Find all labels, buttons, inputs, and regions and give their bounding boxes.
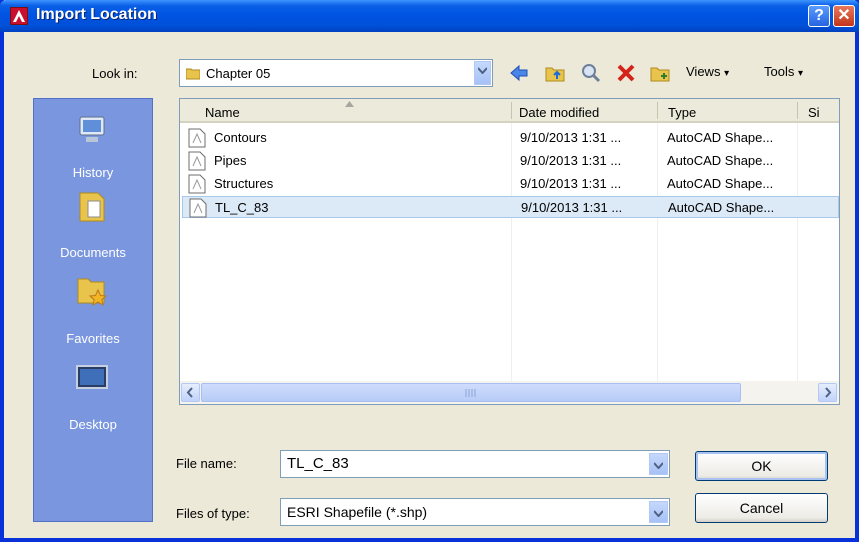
tools-label: Tools: [764, 64, 795, 79]
shapefile-icon: [188, 151, 206, 171]
column-divider[interactable]: [797, 102, 798, 119]
folder-icon: [186, 68, 200, 80]
scroll-left-button[interactable]: [181, 383, 200, 402]
tools-menu[interactable]: Tools ▾: [764, 64, 803, 79]
chevron-right-icon: [825, 387, 832, 398]
title-bar[interactable]: Import Location ? ✕: [0, 0, 859, 32]
chevron-down-icon: [654, 510, 663, 517]
shapefile-icon: [188, 128, 206, 148]
place-label: Favorites: [66, 331, 120, 346]
column-divider[interactable]: [511, 102, 512, 119]
files-of-type-dropdown[interactable]: [649, 500, 668, 524]
look-in-dropdown-button[interactable]: [474, 61, 491, 85]
shapefile-icon: [188, 174, 206, 194]
place-label: History: [72, 165, 114, 180]
help-button[interactable]: ?: [808, 5, 830, 27]
file-name-label: File name:: [176, 456, 237, 471]
column-header-name[interactable]: Name: [180, 99, 511, 123]
file-type: AutoCAD Shape...: [667, 153, 774, 168]
files-of-type-label: Files of type:: [176, 506, 250, 521]
file-row[interactable]: Contours 9/10/2013 1:31 ... AutoCAD Shap…: [184, 127, 839, 149]
chevron-down-icon: [478, 67, 487, 74]
up-folder-icon[interactable]: [544, 62, 566, 84]
documents-icon: [79, 192, 105, 222]
place-documents[interactable]: Documents: [34, 189, 152, 267]
new-folder-icon[interactable]: [649, 62, 671, 84]
file-type: AutoCAD Shape...: [667, 130, 774, 145]
place-label: Documents: [60, 245, 126, 260]
horizontal-scrollbar[interactable]: [180, 381, 839, 404]
file-name: Structures: [214, 176, 274, 191]
file-name: Contours: [214, 130, 267, 145]
desktop-icon: [76, 365, 108, 389]
chevron-left-icon: [186, 387, 193, 398]
file-date: 9/10/2013 1:31 ...: [521, 200, 623, 215]
views-label: Views: [686, 64, 721, 79]
file-name-dropdown-button[interactable]: [649, 453, 668, 475]
places-bar: History Documents Favorites Desktop: [33, 98, 153, 522]
column-header-label: Name: [205, 105, 240, 120]
views-menu[interactable]: Views ▾: [686, 64, 729, 79]
files-of-type-dropdown-button[interactable]: [649, 501, 668, 523]
files-of-type-select[interactable]: ESRI Shapefile (*.shp): [280, 498, 670, 526]
scroll-right-button[interactable]: [818, 383, 837, 402]
file-date: 9/10/2013 1:31 ...: [520, 176, 622, 191]
file-type: AutoCAD Shape...: [667, 176, 774, 191]
cancel-button[interactable]: Cancel: [695, 493, 828, 523]
column-header-label: Type: [668, 105, 697, 120]
file-row[interactable]: Pipes 9/10/2013 1:31 ... AutoCAD Shape..…: [184, 150, 839, 172]
look-in-label: Look in:: [92, 66, 138, 81]
files-of-type-value: ESRI Shapefile (*.shp): [287, 504, 428, 520]
file-name: TL_C_83: [215, 200, 269, 215]
chevron-down-icon: ▾: [724, 68, 730, 79]
look-in-combo[interactable]: Chapter 05: [179, 59, 493, 87]
ok-button[interactable]: OK: [695, 451, 828, 481]
column-divider[interactable]: [657, 102, 658, 119]
shapefile-icon: [189, 198, 207, 218]
history-icon: [79, 116, 105, 142]
place-history[interactable]: History: [34, 111, 152, 189]
import-location-dialog: Import Location ? ✕ Look in: Chapter 05 …: [0, 0, 859, 542]
grip-icon: [465, 389, 476, 397]
file-name-input[interactable]: TL_C_83: [280, 450, 670, 478]
file-date: 9/10/2013 1:31 ...: [520, 130, 622, 145]
scroll-thumb[interactable]: [201, 383, 741, 402]
search-web-icon[interactable]: [580, 62, 602, 84]
chevron-down-icon: ▾: [797, 68, 804, 79]
column-header-type[interactable]: Type: [657, 99, 797, 123]
column-header-date[interactable]: Date modified: [511, 99, 657, 123]
column-header-label: Date modified: [519, 105, 600, 120]
place-favorites[interactable]: Favorites: [34, 273, 152, 351]
place-desktop[interactable]: Desktop: [34, 361, 152, 439]
window-title: Import Location: [36, 6, 157, 23]
delete-icon[interactable]: [615, 62, 637, 84]
close-button[interactable]: ✕: [833, 5, 855, 27]
file-list[interactable]: Name Date modified Type Si Contours 9/10…: [179, 98, 840, 405]
file-name-value: TL_C_83: [287, 455, 349, 472]
column-header-label: Si: [808, 105, 820, 120]
autocad-app-icon: [10, 7, 28, 25]
back-arrow-icon[interactable]: [508, 62, 530, 84]
favorites-icon: [77, 278, 108, 307]
look-in-value: Chapter 05: [206, 66, 271, 81]
file-row-selected[interactable]: TL_C_83 9/10/2013 1:31 ... AutoCAD Shape…: [182, 196, 839, 218]
file-row[interactable]: Structures 9/10/2013 1:31 ... AutoCAD Sh…: [184, 173, 839, 195]
file-name-dropdown[interactable]: [649, 452, 668, 476]
sort-ascending-icon: [345, 101, 354, 107]
file-type: AutoCAD Shape...: [668, 200, 775, 215]
place-label: Desktop: [69, 417, 117, 432]
file-name: Pipes: [214, 153, 247, 168]
column-header-size[interactable]: Si: [797, 99, 839, 123]
file-date: 9/10/2013 1:31 ...: [520, 153, 622, 168]
chevron-down-icon: [654, 462, 663, 469]
